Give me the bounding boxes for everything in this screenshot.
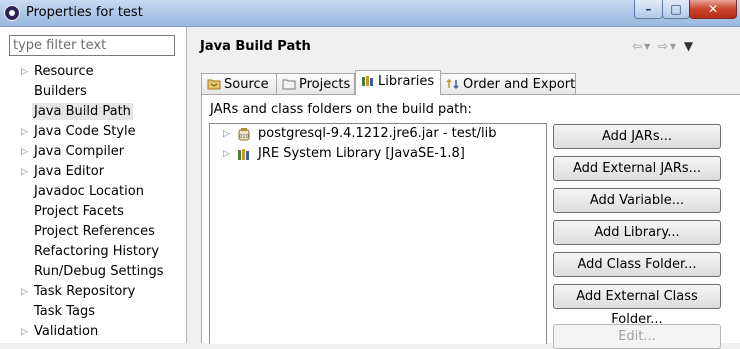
nav-item-run-debug-settings[interactable]: Run/Debug Settings <box>0 262 186 282</box>
tab-libraries[interactable]: Libraries <box>355 70 441 95</box>
maximize-button[interactable]: □ <box>662 0 690 19</box>
close-icon: ✕ <box>707 2 719 16</box>
properties-nav-pane: ▷Resource Builders Java Build Path ▷Java… <box>0 27 187 343</box>
edit-button[interactable]: Edit... <box>553 324 721 349</box>
expand-arrow-icon[interactable]: ▷ <box>223 124 230 144</box>
svg-text:010: 010 <box>239 134 249 140</box>
nav-item-builders[interactable]: Builders <box>0 82 186 102</box>
add-variable-button[interactable]: Add Variable... <box>553 188 721 213</box>
add-jars-button[interactable]: Add JARs... <box>553 124 721 149</box>
source-folder-icon <box>207 79 221 90</box>
forward-arrow-icon[interactable]: ⇨ <box>658 39 670 53</box>
minimize-button[interactable]: – <box>634 0 663 19</box>
add-library-button[interactable]: Add Library... <box>553 220 721 245</box>
add-class-folder-button[interactable]: Add Class Folder... <box>553 252 721 277</box>
expand-arrow-icon[interactable]: ▷ <box>223 144 230 164</box>
nav-item-validation[interactable]: ▷ Validation <box>0 322 186 342</box>
library-icon <box>238 149 249 160</box>
jar-icon: 010 <box>238 128 250 141</box>
title-bar: Properties for test – □ ✕ <box>0 0 740 27</box>
order-export-icon <box>446 78 459 90</box>
tree-item-postgresql-jar[interactable]: ▷ 010 postgresql-9.4.1212.jre6.jar - tes… <box>210 124 546 144</box>
eclipse-icon <box>4 5 20 21</box>
back-arrow-icon[interactable]: ⇦ <box>632 39 644 53</box>
nav-item-refactoring-history[interactable]: Refactoring History <box>0 242 186 262</box>
nav-item-java-compiler[interactable]: ▷ Java Compiler <box>0 142 186 162</box>
filter-input[interactable] <box>9 35 175 56</box>
view-menu-icon[interactable]: ▼ <box>684 39 695 53</box>
projects-folder-icon <box>282 79 296 90</box>
nav-item-java-build-path[interactable]: Java Build Path <box>0 102 186 122</box>
expand-arrow-icon[interactable]: ▷ <box>21 62 28 82</box>
forward-menu-icon[interactable]: ▾ <box>670 39 678 53</box>
nav-item-task-repository[interactable]: ▷ Task Repository <box>0 282 186 302</box>
property-page: Java Build Path ⇦▾ ⇨▾ ▼ Source Projects … <box>187 27 740 349</box>
nav-item-java-code-style[interactable]: ▷ Java Code Style <box>0 122 186 142</box>
close-button[interactable]: ✕ <box>689 0 737 19</box>
libraries-tree[interactable]: ▷ 010 postgresql-9.4.1212.jre6.jar - tes… <box>209 123 547 344</box>
nav-item-task-tags[interactable]: Task Tags <box>0 302 186 322</box>
expand-arrow-icon[interactable]: ▷ <box>21 162 28 182</box>
expand-arrow-icon[interactable]: ▷ <box>21 322 28 342</box>
tree-item-jre-system-library[interactable]: ▷ JRE System Library [JavaSE-1.8] <box>210 144 546 164</box>
page-title: Java Build Path <box>200 39 311 54</box>
nav-item-project-facets[interactable]: Project Facets <box>0 202 186 222</box>
back-menu-icon[interactable]: ▾ <box>644 39 652 53</box>
libraries-panel: JARs and class folders on the build path… <box>201 94 740 349</box>
expand-arrow-icon[interactable]: ▷ <box>21 142 28 162</box>
window-title: Properties for test <box>26 5 143 20</box>
expand-arrow-icon[interactable]: ▷ <box>21 282 28 302</box>
maximize-icon: □ <box>670 2 682 16</box>
tab-source[interactable]: Source <box>201 73 277 94</box>
minimize-icon: – <box>645 2 652 16</box>
libraries-label: JARs and class folders on the build path… <box>210 102 472 117</box>
tab-order-and-export[interactable]: Order and Export <box>440 73 576 94</box>
expand-arrow-icon[interactable]: ▷ <box>21 122 28 142</box>
nav-item-java-editor[interactable]: ▷ Java Editor <box>0 162 186 182</box>
add-external-class-folder-button[interactable]: Add External Class Folder... <box>553 284 721 327</box>
add-external-jars-button[interactable]: Add External JARs... <box>553 156 721 181</box>
tab-projects[interactable]: Projects <box>276 73 355 94</box>
page-nav-controls: ⇦▾ ⇨▾ ▼ <box>632 39 695 53</box>
libraries-icon <box>362 76 373 86</box>
nav-item-project-references[interactable]: Project References <box>0 222 186 242</box>
nav-item-javadoc-location[interactable]: Javadoc Location <box>0 182 186 202</box>
properties-nav-tree: ▷ Resource Builders Java Build Path ▷ Java… <box>0 62 186 342</box>
nav-item-resource[interactable]: ▷ Resource <box>0 62 186 82</box>
